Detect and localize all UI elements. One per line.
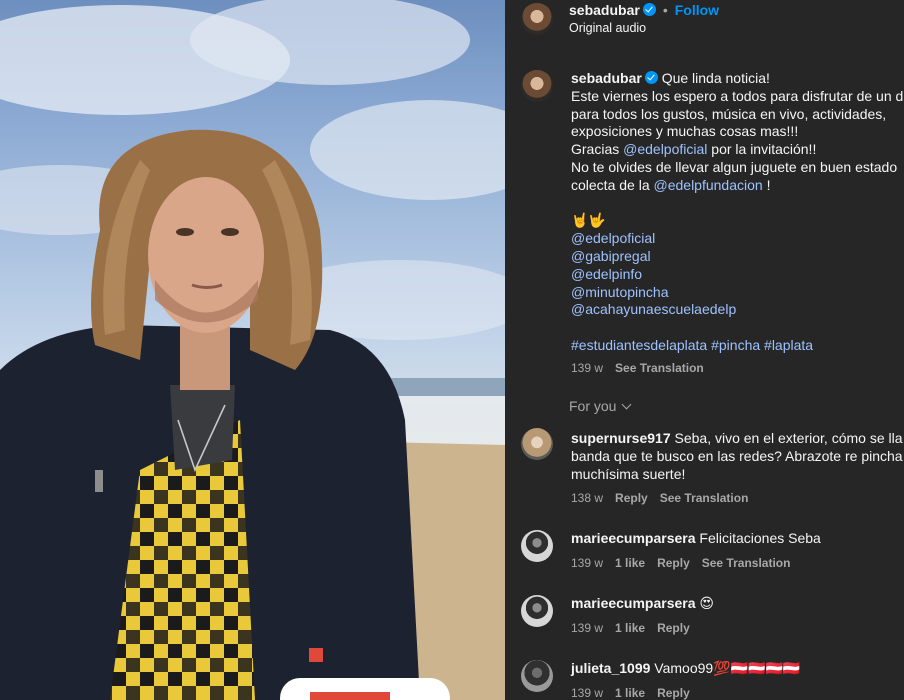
reel-video[interactable] xyxy=(0,0,505,700)
see-translation-link[interactable]: See Translation xyxy=(660,491,749,505)
comment-age[interactable]: 139 w xyxy=(571,556,603,570)
commenter-avatar[interactable] xyxy=(521,595,553,627)
verified-badge-icon xyxy=(644,71,658,84)
reply-button[interactable]: Reply xyxy=(615,491,648,505)
caption-text: ! xyxy=(762,176,771,193)
caption-text: Gracias xyxy=(571,141,624,158)
comment-text: muchísima suerte! xyxy=(571,465,686,482)
mention-link[interactable]: @gabipregal xyxy=(571,248,904,266)
sort-label: For you xyxy=(569,398,617,414)
caption-text-line: Este viernes los espero a todos para dis… xyxy=(571,87,904,104)
see-translation-link[interactable]: See Translation xyxy=(615,361,704,375)
post-header: sebadubar • Follow xyxy=(569,2,719,18)
verified-badge-icon xyxy=(642,3,656,16)
mention-link[interactable]: @minutopincha xyxy=(571,284,904,302)
comment: marieecumparsera Felicitaciones Seba 139… xyxy=(571,530,821,573)
caption-text-line: Que linda noticia! xyxy=(661,70,770,86)
mention-link[interactable]: @edelpfundacion xyxy=(654,177,763,193)
likes-count[interactable]: 1 like xyxy=(615,686,645,700)
comment-sort-dropdown[interactable]: For you xyxy=(569,398,632,414)
commenter-avatar[interactable] xyxy=(521,530,553,562)
comment-age[interactable]: 139 w xyxy=(571,621,603,635)
comment-text: 😍 xyxy=(699,595,715,611)
audio-label[interactable]: Original audio xyxy=(569,21,646,35)
reply-button[interactable]: Reply xyxy=(657,556,690,570)
mention-link[interactable]: @edelpoficial xyxy=(571,230,904,248)
mention-link[interactable]: @edelpinfo xyxy=(571,266,904,284)
commenter-avatar[interactable] xyxy=(521,428,553,460)
caption-text: por la invitación!! xyxy=(707,141,817,158)
comment: supernurse917 Seba, vivo en el exterior,… xyxy=(571,430,903,508)
separator-dot: • xyxy=(662,2,668,18)
reply-button[interactable]: Reply xyxy=(657,686,690,700)
comment-age[interactable]: 138 w xyxy=(571,491,603,505)
caption-username[interactable]: sebadubar xyxy=(571,70,642,86)
commenter-username[interactable]: julieta_1099 xyxy=(571,660,650,676)
caption-emoji: 🤘🤟 xyxy=(571,212,606,229)
commenter-username[interactable]: supernurse917 xyxy=(571,430,671,446)
comment: julieta_1099 Vamoo99💯🇦🇹🇦🇹🇦🇹🇦🇹 139 w 1 lik… xyxy=(571,660,800,700)
comment-text: banda que te busco en las redes? Abrazot… xyxy=(571,447,903,464)
comment: marieecumparsera 😍 139 w 1 like Reply xyxy=(571,595,714,638)
commenter-username[interactable]: marieecumparsera xyxy=(571,595,696,611)
mention-link[interactable]: @acahayunaescuelaedelp xyxy=(571,301,904,319)
comment-text: Vamoo99💯🇦🇹🇦🇹🇦🇹🇦🇹 xyxy=(654,660,801,676)
see-translation-link[interactable]: See Translation xyxy=(702,556,791,570)
comment-age[interactable]: 139 w xyxy=(571,686,603,700)
reply-button[interactable]: Reply xyxy=(657,621,690,635)
follow-button[interactable]: Follow xyxy=(675,2,719,18)
caption-text-line: exposiciones y muchas cosas mas!!! xyxy=(571,123,799,140)
likes-count[interactable]: 1 like xyxy=(615,621,645,635)
comment-text: Seba, vivo en el exterior, cómo se lla xyxy=(674,430,903,446)
mention-link[interactable]: @edelpoficial xyxy=(623,141,707,157)
caption-age[interactable]: 139 w xyxy=(571,361,603,375)
chevron-down-icon xyxy=(622,399,632,410)
hashtags[interactable]: #estudiantesdelaplata #pincha #laplata xyxy=(571,337,904,355)
comments-panel: sebadubar • Follow Original audio sebaduba… xyxy=(505,0,904,700)
likes-count[interactable]: 1 like xyxy=(615,556,645,570)
caption-text: colecta de la xyxy=(571,176,654,193)
caption-text-line: para todos los gustos, música en vivo, a… xyxy=(571,105,887,122)
commenter-avatar[interactable] xyxy=(521,660,553,692)
caption-author-avatar[interactable] xyxy=(521,70,553,102)
video-frame-image xyxy=(0,0,505,700)
caption: sebadubar Que linda noticia! Este vierne… xyxy=(571,70,904,378)
commenter-username[interactable]: marieecumparsera xyxy=(571,530,696,546)
comment-text: Felicitaciones Seba xyxy=(699,530,821,546)
author-avatar[interactable] xyxy=(521,3,553,35)
author-username[interactable]: sebadubar xyxy=(569,2,640,18)
caption-text-line: No te olvides de llevar algun juguete en… xyxy=(571,158,898,175)
